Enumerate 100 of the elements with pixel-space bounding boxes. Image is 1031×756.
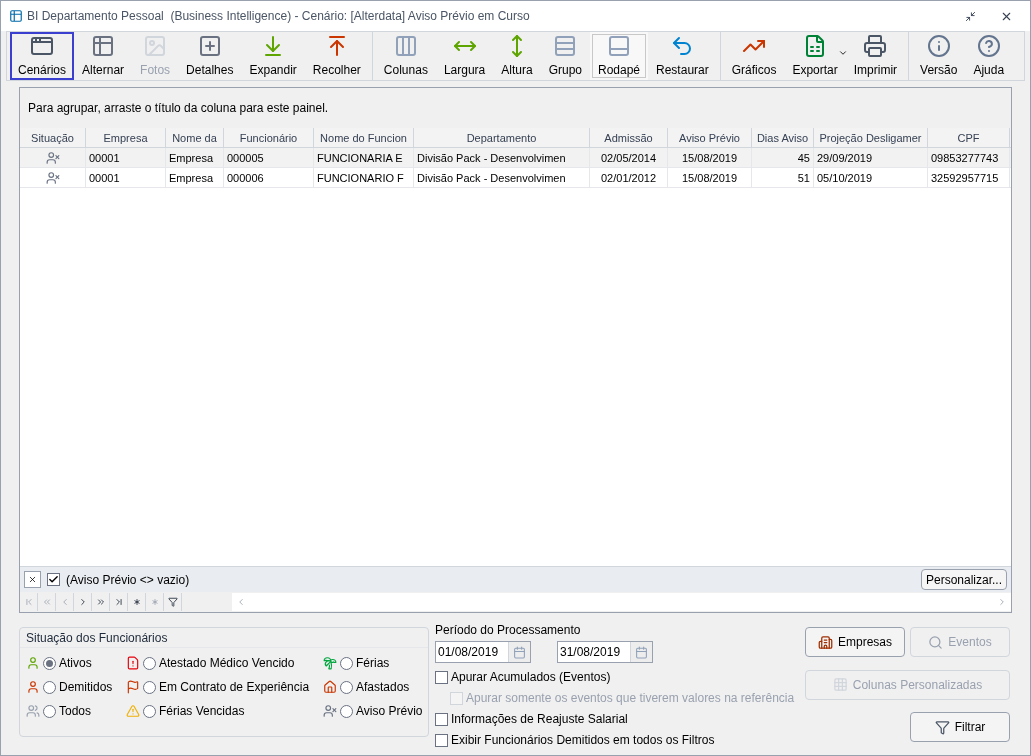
table-cell: 02/05/2014 bbox=[590, 148, 668, 167]
table-cell: FUNCIONARIO F bbox=[314, 168, 414, 187]
double-left-icon bbox=[41, 597, 52, 607]
toolbar-button[interactable]: Versão bbox=[912, 32, 966, 80]
filter-icon bbox=[167, 597, 178, 607]
column-header[interactable]: Empresa bbox=[86, 128, 166, 147]
calendar-icon bbox=[635, 645, 648, 659]
table-cell: Divisão Pack - Desenvolvimen bbox=[414, 148, 590, 167]
radio-label: Afastados bbox=[356, 679, 410, 696]
toolbar-button[interactable]: Expandir bbox=[241, 32, 305, 80]
table-cell: 15/08/2019 bbox=[668, 168, 752, 187]
checkbox-label: Exibir Funcionários Demitidos em todos os Filtros bbox=[451, 732, 715, 749]
printer-icon bbox=[863, 33, 888, 58]
palm-tree-icon bbox=[323, 656, 337, 670]
checkbox-label: Informações de Reajuste Salarial bbox=[451, 711, 628, 728]
table-cell: 000006 bbox=[224, 168, 314, 187]
column-header[interactable]: Dias Aviso bbox=[752, 128, 814, 147]
radio-label: Atestado Médico Vencido bbox=[159, 655, 295, 672]
filter-checkbox[interactable] bbox=[47, 573, 60, 586]
group-title: Situação dos Funcionários bbox=[26, 629, 168, 647]
toolbar-button[interactable]: Colunas bbox=[375, 32, 436, 80]
person-x-icon bbox=[323, 704, 337, 718]
restore-icon bbox=[964, 10, 976, 22]
flag-icon bbox=[126, 680, 140, 694]
radio-label: Todos bbox=[59, 703, 92, 720]
table-cell: 29/09/2019 bbox=[814, 148, 928, 167]
table-cell: Empresa bbox=[166, 168, 224, 187]
toolbar-button[interactable]: Ajuda bbox=[965, 32, 1013, 80]
table-cell: 00001 bbox=[86, 148, 166, 167]
table-cell: 09853277743 bbox=[928, 148, 1010, 167]
radio-button[interactable] bbox=[340, 656, 353, 670]
column-header[interactable]: Nome da bbox=[166, 128, 224, 147]
radio-label: Em Contrato de Experiência bbox=[159, 679, 310, 696]
calendar-icon bbox=[513, 645, 526, 659]
toolbar-button[interactable]: Cenários bbox=[10, 32, 75, 80]
radio-button[interactable] bbox=[143, 680, 156, 694]
radio-label: Aviso Prévio bbox=[356, 703, 423, 720]
grid-icon bbox=[91, 33, 116, 58]
footer-icon bbox=[607, 33, 631, 58]
table-cell: 45 bbox=[752, 148, 814, 167]
checkbox[interactable] bbox=[435, 670, 448, 684]
column-header[interactable]: Funcionário bbox=[224, 128, 314, 147]
person-x-icon bbox=[45, 150, 60, 165]
action-button[interactable]: Empresas bbox=[805, 627, 905, 657]
radio-button[interactable] bbox=[143, 656, 156, 670]
first-icon bbox=[23, 597, 34, 607]
toolbar-button[interactable]: Alternar bbox=[74, 32, 133, 80]
group-hint: Para agrupar, arraste o título da coluna para este painel. bbox=[28, 100, 329, 117]
app-icon bbox=[9, 9, 23, 23]
radio-button[interactable] bbox=[340, 680, 353, 694]
table-cell: 00001 bbox=[86, 168, 166, 187]
radio-button[interactable] bbox=[43, 680, 56, 694]
toolbar-button[interactable]: Restaurar bbox=[648, 32, 717, 80]
period-title: Período do Processamento bbox=[435, 622, 582, 639]
column-header[interactable]: Situação bbox=[20, 128, 86, 147]
people-icon bbox=[26, 704, 40, 718]
table-cell: 05/10/2019 bbox=[814, 168, 928, 187]
grid-icon bbox=[832, 677, 848, 693]
table-cell: 32592957715 bbox=[928, 168, 1010, 187]
table-cell: 000005 bbox=[224, 148, 314, 167]
column-header[interactable]: Departamento bbox=[414, 128, 590, 147]
date-field[interactable]: 31/08/2019 bbox=[557, 641, 653, 663]
column-header[interactable]: Aviso Prévio bbox=[668, 128, 752, 147]
table-cell: 15/08/2019 bbox=[668, 148, 752, 167]
toolbar-button[interactable]: Exportar bbox=[784, 32, 846, 80]
column-header[interactable]: Nome do Funcion bbox=[314, 128, 414, 147]
toolbar-button[interactable]: Rodapé bbox=[590, 32, 649, 80]
checkbox-label: Apurar somente os eventos que tiverem valores na referência bbox=[466, 690, 795, 707]
asterisk-icon bbox=[131, 597, 142, 607]
column-header[interactable]: CPF bbox=[928, 128, 1010, 147]
table-cell: 02/01/2012 bbox=[590, 168, 668, 187]
search-icon bbox=[928, 634, 944, 650]
double-right-icon bbox=[95, 597, 106, 607]
table-cell: 51 bbox=[752, 168, 814, 187]
table-cell: FUNCIONARIA E bbox=[314, 148, 414, 167]
checkbox[interactable] bbox=[435, 733, 448, 747]
radio-button[interactable] bbox=[43, 656, 56, 670]
toolbar-button[interactable]: Altura bbox=[493, 32, 541, 80]
toolbar-button[interactable]: Grupo bbox=[540, 32, 590, 80]
radio-button[interactable] bbox=[143, 704, 156, 718]
clear-filter-button[interactable] bbox=[24, 571, 41, 588]
radio-button[interactable] bbox=[340, 704, 353, 718]
customize-button[interactable]: Personalizar... bbox=[920, 569, 1007, 590]
person-icon bbox=[26, 656, 40, 670]
person-icon bbox=[26, 680, 40, 694]
toolbar-button[interactable]: Imprimir bbox=[845, 32, 906, 80]
last-icon bbox=[113, 597, 124, 607]
toolbar-button[interactable]: Largura bbox=[435, 32, 494, 80]
toolbar-button[interactable]: Gráficos bbox=[723, 32, 785, 80]
date-field[interactable]: 01/08/2019 bbox=[435, 641, 531, 663]
plus-icon bbox=[197, 33, 222, 58]
column-header[interactable]: Admissão bbox=[590, 128, 668, 147]
radio-button[interactable] bbox=[43, 704, 56, 718]
toolbar-button[interactable]: Recolher bbox=[304, 32, 369, 80]
column-header[interactable]: Projeção Desligamer bbox=[814, 128, 928, 147]
house-icon bbox=[323, 680, 337, 694]
checkbox[interactable] bbox=[435, 712, 448, 726]
person-x-icon bbox=[45, 170, 60, 185]
action-button[interactable]: Filtrar bbox=[910, 712, 1010, 743]
toolbar-button[interactable]: Detalhes bbox=[178, 32, 242, 80]
